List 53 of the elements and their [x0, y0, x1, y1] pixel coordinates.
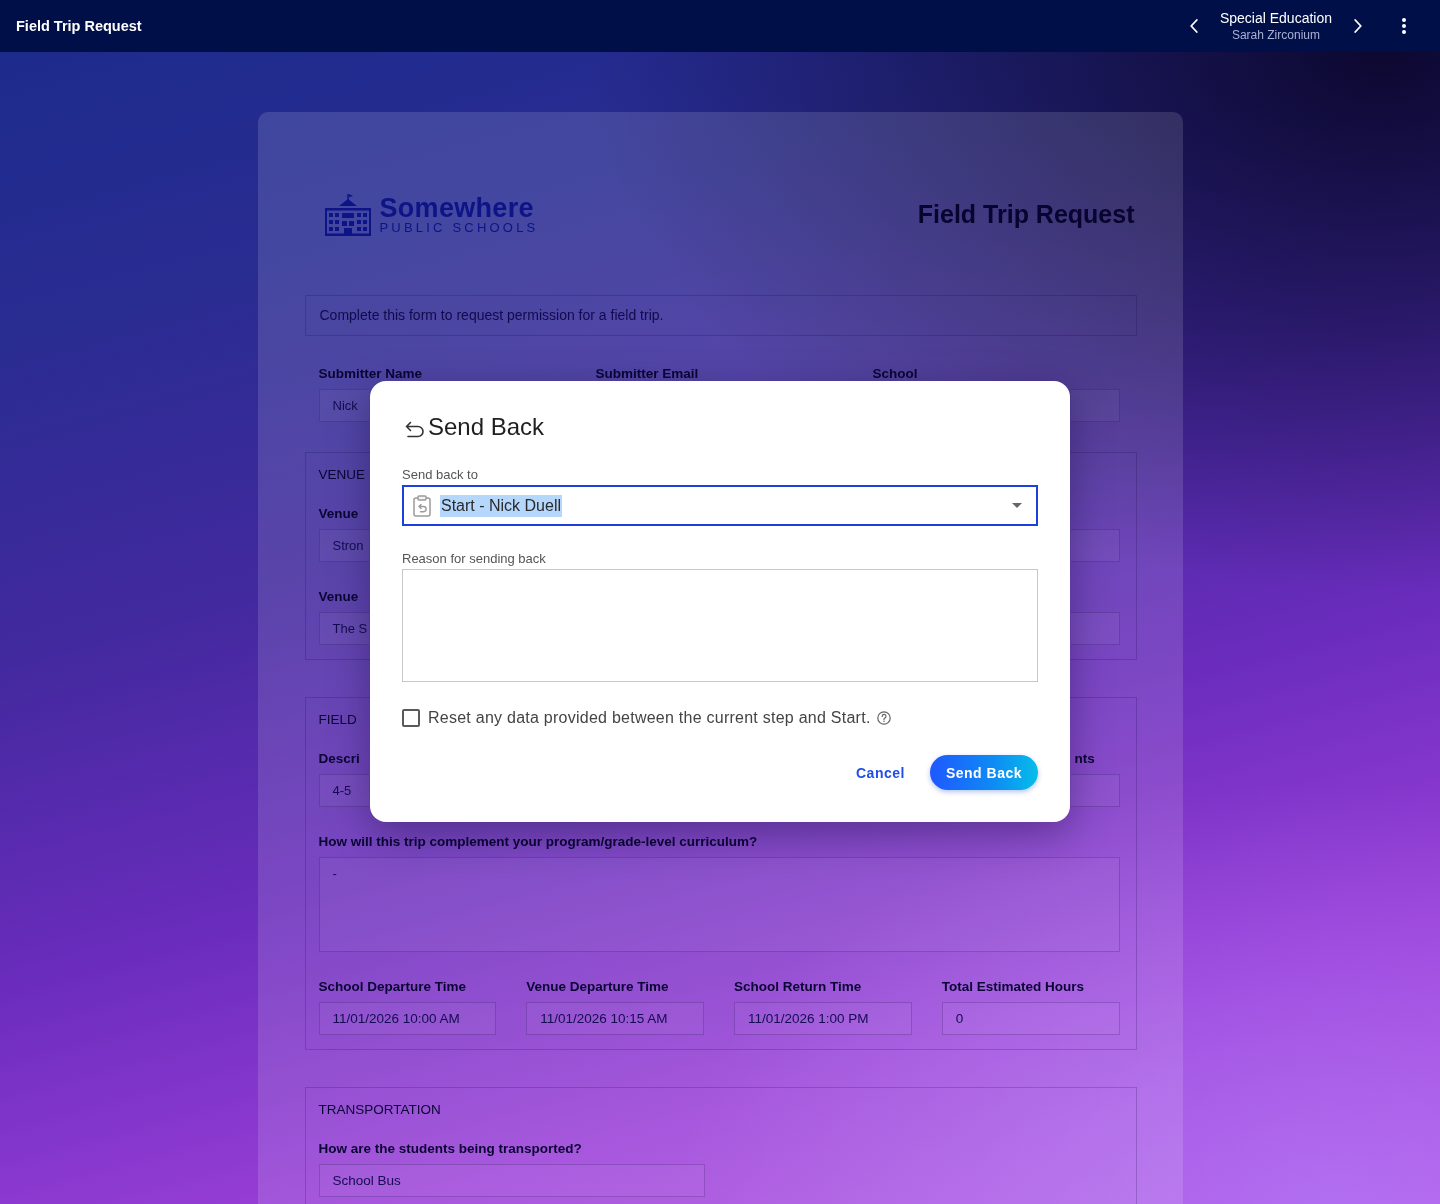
textarea-field[interactable]: -: [318, 857, 1120, 952]
section-heading: FIELD: [318, 711, 357, 727]
logo-name: Somewhere: [379, 195, 535, 221]
chevron-right-icon[interactable]: [1354, 19, 1362, 33]
input-field[interactable]: 0: [941, 1002, 1120, 1035]
input-field[interactable]: [1070, 774, 1120, 807]
field-label: Descri: [318, 751, 360, 767]
field-label: Venue: [318, 506, 359, 522]
input-field[interactable]: [1070, 389, 1120, 422]
checkbox[interactable]: [402, 709, 420, 727]
field-label: Submitter Name: [318, 366, 424, 382]
chevron-left-icon[interactable]: [1189, 19, 1198, 33]
more-options-icon[interactable]: [1402, 18, 1406, 34]
field-label: School Departure Time: [318, 979, 468, 995]
field-label: Venue: [318, 589, 359, 605]
form-title: Field Trip Request: [917, 200, 1135, 229]
context-title: Special Education: [1219, 8, 1332, 27]
send-back-button[interactable]: Send Back: [929, 755, 1038, 790]
field-label: School Return Time: [734, 979, 863, 995]
cancel-button[interactable]: Cancel: [848, 756, 913, 789]
input-field[interactable]: The S: [318, 612, 369, 645]
field-label: How will this trip complement your program/grade-level curriculum?: [318, 834, 759, 850]
form-description: Complete this form to request permission for a field trip.: [304, 295, 1137, 336]
field-label: Reason for sending back: [402, 551, 547, 567]
field-label: How are the students being transported?: [318, 1141, 583, 1157]
clipboard-icon: [413, 494, 431, 517]
app-title: Field Trip Request: [16, 18, 142, 34]
field-label: Send back to: [402, 467, 479, 483]
input-field[interactable]: [1070, 612, 1120, 645]
undo-icon: [405, 420, 425, 438]
help-icon[interactable]: [876, 711, 891, 725]
input-field[interactable]: 11/01/2026 10:00 AM: [318, 1002, 497, 1035]
field-label: nts: [1074, 751, 1096, 767]
caret-icon: [1012, 503, 1022, 508]
field-label: Submitter Email: [595, 366, 700, 382]
input-field[interactable]: 11/01/2026 1:00 PM: [734, 1002, 912, 1035]
checkbox-label[interactable]: Reset any data provided between the current step and Start.: [428, 709, 871, 727]
context-subtitle: Sarah Zirconium: [1231, 26, 1320, 44]
section-heading: TRANSPORTATION: [318, 1101, 441, 1117]
input-field[interactable]: Nick: [318, 389, 369, 422]
input-field[interactable]: 4-5: [318, 774, 369, 807]
school-building-icon: [324, 193, 371, 236]
section-heading: VENUE: [318, 466, 365, 482]
send-back-to-select[interactable]: Start - Nick Duell: [402, 485, 1038, 526]
field-label: Venue Departure Time: [526, 979, 670, 995]
dialog-title: Send Back: [428, 413, 545, 441]
input-field[interactable]: 11/01/2026 10:15 AM: [526, 1002, 704, 1035]
logo-tagline: PUBLIC SCHOOLS: [379, 221, 539, 234]
field-label: Total Estimated Hours: [941, 979, 1086, 995]
input-field[interactable]: School Bus: [318, 1164, 705, 1197]
input-field[interactable]: Stron: [318, 529, 369, 562]
input-field[interactable]: [1070, 529, 1120, 562]
field-label: School: [872, 366, 919, 382]
